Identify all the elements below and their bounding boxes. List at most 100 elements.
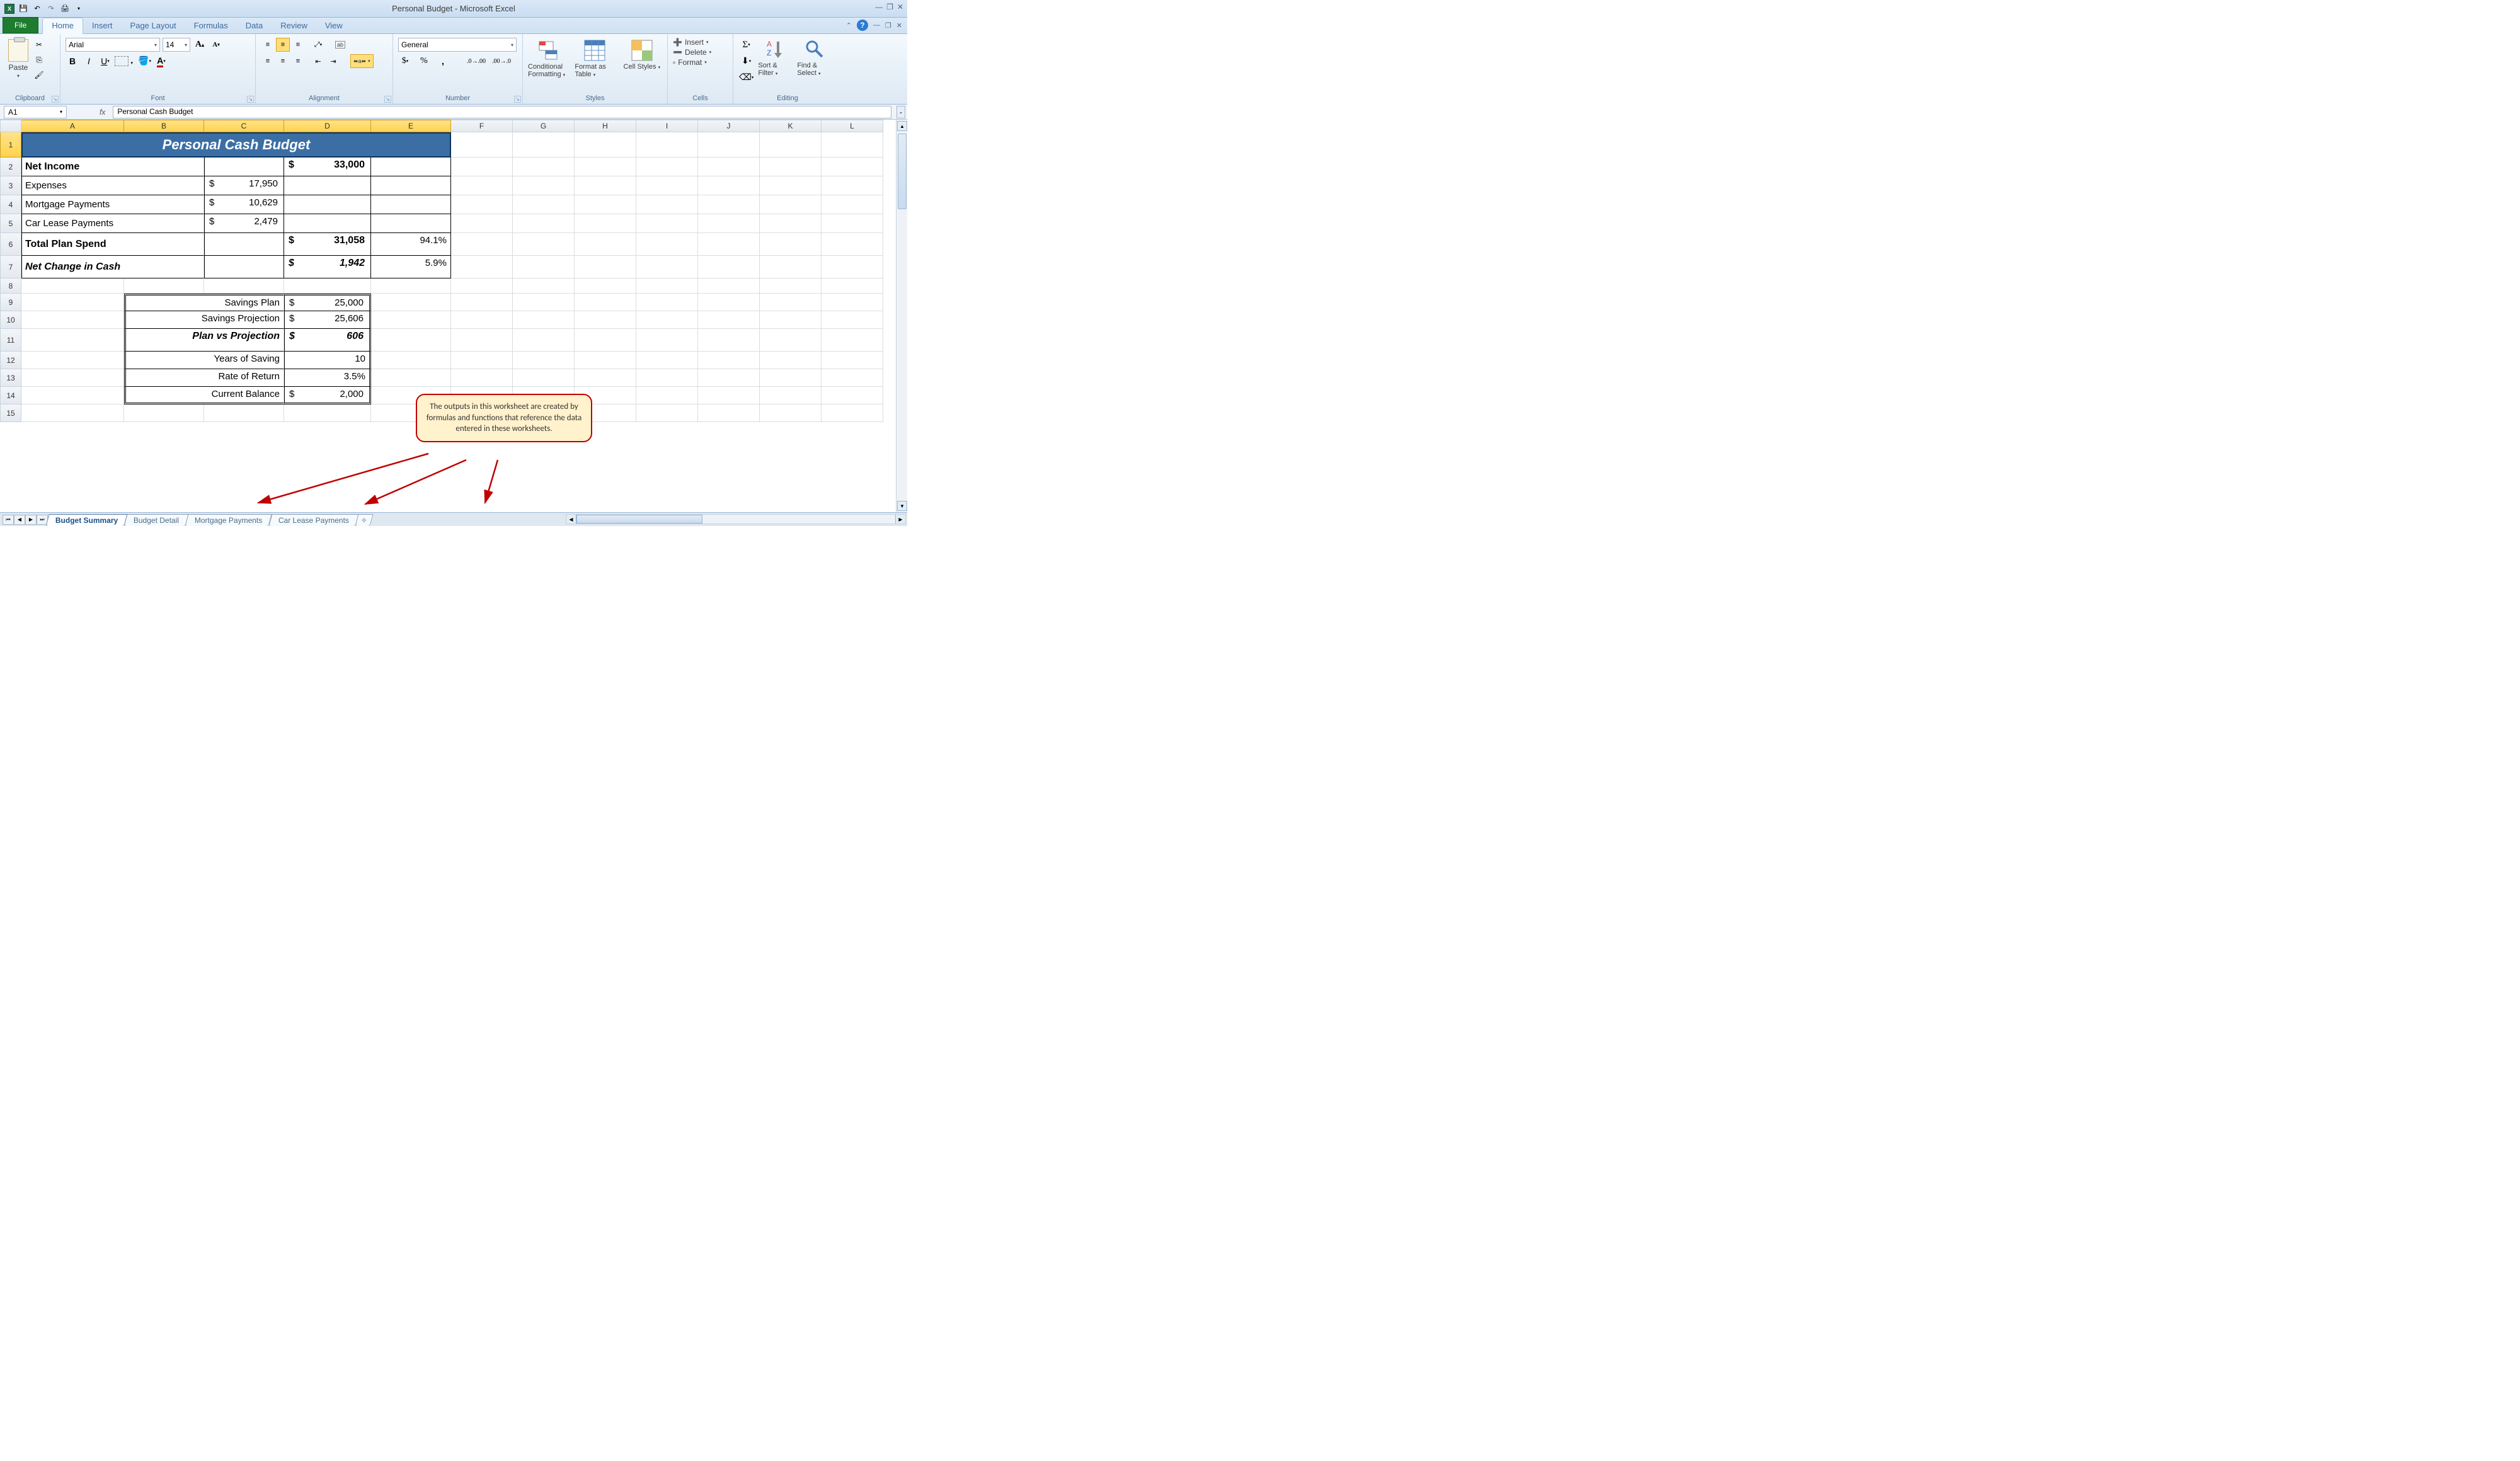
cell[interactable] [451,256,513,278]
cell[interactable] [760,278,822,294]
number-format-combo[interactable]: General▾ [398,38,517,52]
minimize-icon[interactable]: — [875,3,883,11]
cell[interactable] [371,352,451,369]
row-header[interactable]: 4 [0,195,21,214]
align-bottom-icon[interactable]: ≡ [291,38,305,52]
cell[interactable]: Net Change in Cash [21,256,204,278]
cell[interactable] [636,195,698,214]
scroll-up-icon[interactable]: ▲ [897,121,907,131]
cell[interactable] [371,158,451,176]
find-select-button[interactable]: Find & Select ▾ [797,38,832,77]
cell[interactable] [822,329,883,352]
qat-dropdown-icon[interactable]: ▾ [73,3,84,14]
fill-button[interactable]: ⬇▾ [738,54,754,68]
col-header[interactable]: D [284,120,371,132]
copy-icon[interactable]: ⎘ [33,54,45,66]
sort-filter-button[interactable]: AZ Sort & Filter ▾ [758,38,793,77]
cell[interactable] [21,294,124,311]
cell[interactable] [636,352,698,369]
cell[interactable] [760,256,822,278]
cell[interactable] [21,352,124,369]
bold-button[interactable]: B [66,54,79,68]
col-header[interactable]: L [822,120,883,132]
cell[interactable] [575,329,636,352]
cell[interactable] [513,195,575,214]
cell[interactable] [636,158,698,176]
tab-data[interactable]: Data [237,18,272,33]
percent-format-button[interactable]: % [417,54,431,68]
tab-view[interactable]: View [316,18,352,33]
cell[interactable] [636,369,698,387]
name-box[interactable]: A1▾ [4,106,67,118]
tab-insert[interactable]: Insert [83,18,122,33]
cell[interactable]: 94.1% [371,233,451,256]
font-name-combo[interactable]: Arial▾ [66,38,160,52]
cell[interactable] [371,294,451,311]
cell[interactable]: Plan vs Projection [124,329,284,352]
align-middle-icon[interactable]: ≡ [276,38,290,52]
doc-close-icon[interactable]: ✕ [896,21,902,30]
cell[interactable] [760,369,822,387]
tab-home[interactable]: Home [42,18,83,34]
cell[interactable] [124,278,204,294]
row-header[interactable]: 5 [0,214,21,233]
cell[interactable] [513,311,575,329]
cell[interactable] [698,404,760,422]
cell[interactable] [575,176,636,195]
cell[interactable] [636,294,698,311]
col-header[interactable]: B [124,120,204,132]
cell[interactable] [371,176,451,195]
row-header[interactable]: 1 [0,132,21,158]
cell[interactable]: Net Income [21,158,204,176]
cell[interactable] [371,195,451,214]
cell[interactable]: Savings Plan [124,294,284,311]
close-icon[interactable]: ✕ [897,3,903,11]
cell[interactable] [822,387,883,404]
cell[interactable] [698,176,760,195]
cell[interactable] [698,294,760,311]
row-header[interactable]: 13 [0,369,21,387]
font-color-button[interactable]: A▾ [154,54,168,68]
cell[interactable] [575,311,636,329]
col-header[interactable]: A [21,120,124,132]
italic-button[interactable]: I [82,54,96,68]
delete-cells-button[interactable]: ➖Delete ▾ [673,48,711,57]
row-header[interactable]: 8 [0,278,21,294]
worksheet-grid[interactable]: A B C D E F G H I J K L 1 Personal Cash … [0,120,907,512]
cell[interactable] [636,132,698,158]
cell[interactable] [513,214,575,233]
cell[interactable] [698,387,760,404]
cell[interactable] [698,158,760,176]
cell[interactable] [204,404,284,422]
cell[interactable]: $606 [284,329,371,352]
cell[interactable] [513,369,575,387]
cell[interactable] [284,195,371,214]
cell[interactable] [513,176,575,195]
format-cells-button[interactable]: ▫Format ▾ [673,58,707,67]
tab-formulas[interactable]: Formulas [185,18,237,33]
cell[interactable] [636,256,698,278]
cell[interactable]: 5.9% [371,256,451,278]
hscroll-thumb[interactable] [576,515,702,524]
cell[interactable] [284,278,371,294]
cell[interactable] [698,352,760,369]
comma-format-button[interactable]: , [436,54,450,68]
cell[interactable] [513,158,575,176]
row-header[interactable]: 14 [0,387,21,404]
wrap-text-button[interactable]: ab [335,38,345,52]
cell[interactable] [513,294,575,311]
cell[interactable]: $10,629 [204,195,284,214]
minimize-ribbon-icon[interactable]: ⌃ [846,21,852,30]
cell[interactable] [575,352,636,369]
cell[interactable] [575,158,636,176]
format-painter-icon[interactable]: 🖌 [33,69,45,81]
first-sheet-icon[interactable]: ⏮ [3,515,14,525]
align-center-icon[interactable]: ≡ [276,54,290,68]
cell[interactable] [575,369,636,387]
cell[interactable]: Expenses [21,176,204,195]
cell[interactable] [21,369,124,387]
doc-minimize-icon[interactable]: — [873,21,880,29]
col-header[interactable]: G [513,120,575,132]
cell[interactable] [204,278,284,294]
cell[interactable] [636,214,698,233]
